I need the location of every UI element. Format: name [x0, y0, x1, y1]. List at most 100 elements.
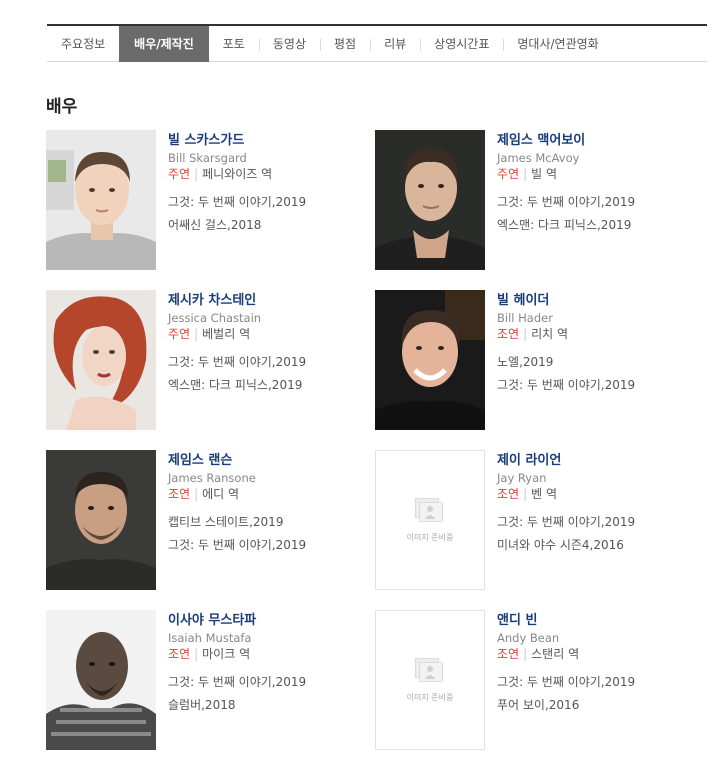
- actor-photo[interactable]: [46, 450, 156, 590]
- role-line: 조연 | 에디 역: [168, 486, 306, 503]
- filmography-item[interactable]: 엑스맨: 다크 피닉스,2019: [168, 374, 306, 397]
- actor-card: 제임스 맥어보이 James McAvoy 주연 | 빌 역그것: 두 번째 이야기,2…: [375, 130, 704, 270]
- actor-photo[interactable]: [46, 610, 156, 750]
- image-placeholder-icon: [415, 657, 445, 684]
- filmography-list: 그것: 두 번째 이야기,2019 엑스맨: 다크 피닉스,2019: [168, 351, 306, 397]
- role-line: 조연 | 스탠리 역: [497, 646, 635, 663]
- actor-name-en: Jessica Chastain: [168, 311, 262, 325]
- actor-name-ko[interactable]: 빌 헤이더: [497, 292, 635, 310]
- filmography-item[interactable]: 그것: 두 번째 이야기,2019: [497, 511, 635, 534]
- actor-card: 제시카 차스테인 Jessica Chastain 주연 | 베벌리 역 그것: 두 번째…: [46, 290, 375, 430]
- role-divider: |: [194, 327, 199, 341]
- filmography-list: 그것: 두 번째 이야기,2019 푸어 보이,2016: [497, 671, 635, 717]
- role-divider: |: [194, 167, 199, 181]
- actor-name-ko[interactable]: 제시카 차스테인: [168, 292, 306, 310]
- role-name: 빌 역: [531, 167, 558, 181]
- filmography-item[interactable]: 노엘,2019: [497, 351, 635, 374]
- actor-info: 빌 스카스가드 Bill Skarsgard 주연 | 페니와이즈 역 그것: 두 번째 …: [156, 130, 306, 270]
- actor-info: 이사야 무스타파 Isaiah Mustafa 조연 | 마이크 역 그것: 두 번째 이…: [156, 610, 306, 750]
- role-divider: |: [523, 487, 528, 501]
- actor-name-ko[interactable]: 제이 라이언: [497, 452, 635, 470]
- image-placeholder-icon: [415, 497, 445, 524]
- filmography-item[interactable]: 그것: 두 번째 이야기,2019: [168, 534, 306, 557]
- role-type: 주연: [168, 167, 191, 181]
- tab-photo[interactable]: 포토: [209, 26, 259, 62]
- role-type: 조연: [497, 647, 520, 661]
- placeholder-text: 이미지 준비중: [406, 692, 454, 702]
- role-type: 조연: [168, 487, 191, 501]
- actor-photo[interactable]: [46, 290, 156, 430]
- actor-card: 이사야 무스타파 Isaiah Mustafa 조연 | 마이크 역 그것: 두 번째 이…: [46, 610, 375, 750]
- filmography-item[interactable]: 그것: 두 번째 이야기,2019: [168, 671, 306, 694]
- actor-photo[interactable]: [46, 130, 156, 270]
- actor-card: 빌 헤이더 Bill Hader 조연 | 리치 역 노엘,2019 그것: 두 번째 이야…: [375, 290, 704, 430]
- actor-info: 빌 헤이더 Bill Hader 조연 | 리치 역 노엘,2019 그것: 두 번째 이야…: [485, 290, 635, 430]
- actor-photo-placeholder[interactable]: 이미지 준비중: [375, 610, 485, 750]
- filmography-list: 노엘,2019 그것: 두 번째 이야기,2019: [497, 351, 635, 397]
- role-line: 주연 | 빌 역: [497, 166, 635, 183]
- role-type: 주연: [168, 327, 191, 341]
- role-name: 벤 역: [531, 487, 558, 501]
- filmography-list: 그것: 두 번째 이야기,2019 미녀와 야수 시즌4,2016: [497, 511, 635, 557]
- detail-tabs: 주요정보 배우/제작진 포토 동영상 평점 리뷰 상영시간표 명대사/연관영화: [47, 24, 707, 62]
- role-divider: |: [523, 327, 528, 341]
- filmography-item[interactable]: 슬럼버,2018: [168, 694, 306, 717]
- filmography-list: 그것: 두 번째 이야기,2019 슬럼버,2018: [168, 671, 306, 717]
- placeholder-text: 이미지 준비중: [406, 532, 454, 542]
- actor-info: 제시카 차스테인 Jessica Chastain 주연 | 베벌리 역 그것: 두 번째…: [156, 290, 306, 430]
- actor-photo-placeholder[interactable]: 이미지 준비중: [375, 450, 485, 590]
- filmography-item[interactable]: 캡티브 스테이트,2019: [168, 511, 306, 534]
- actor-photo[interactable]: [375, 290, 485, 430]
- filmography-item[interactable]: 그것: 두 번째 이야기,2019: [497, 671, 635, 694]
- actor-name-en: Isaiah Mustafa: [168, 631, 252, 645]
- role-divider: |: [194, 487, 199, 501]
- actor-name-ko[interactable]: 이사야 무스타파: [168, 612, 306, 630]
- role-line: 조연 | 마이크 역: [168, 646, 306, 663]
- filmography-item[interactable]: 그것: 두 번째 이야기,2019: [168, 351, 306, 374]
- section-title: 배우: [46, 97, 78, 117]
- tab-rating[interactable]: 평점: [319, 26, 370, 62]
- role-name: 베벌리 역: [202, 327, 251, 341]
- filmography-item[interactable]: 엑스맨: 다크 피닉스,2019: [497, 214, 635, 237]
- filmography-item[interactable]: 그것: 두 번째 이야기,2019: [497, 191, 635, 214]
- actor-grid: 빌 스카스가드 Bill Skarsgard 주연 | 페니와이즈 역 그것: 두 번째 …: [46, 130, 706, 750]
- actor-card: 빌 스카스가드 Bill Skarsgard 주연 | 페니와이즈 역 그것: 두 번째 …: [46, 130, 375, 270]
- tab-main-info[interactable]: 주요정보: [47, 26, 119, 62]
- role-type: 조연: [497, 327, 520, 341]
- filmography-item[interactable]: 그것: 두 번째 이야기,2019: [497, 374, 635, 397]
- actor-name-ko[interactable]: 제임스 맥어보이: [497, 132, 635, 150]
- actor-name-en: Andy Bean: [497, 631, 560, 645]
- actor-name-ko[interactable]: 빌 스카스가드: [168, 132, 306, 150]
- role-type: 조연: [497, 487, 520, 501]
- role-name: 마이크 역: [202, 647, 251, 661]
- filmography-item[interactable]: 어쌔신 걸스,2018: [168, 214, 306, 237]
- role-divider: |: [523, 647, 528, 661]
- role-name: 리치 역: [531, 327, 569, 341]
- tab-video[interactable]: 동영상: [258, 26, 320, 62]
- role-line: 조연 | 벤 역: [497, 486, 635, 503]
- tab-quotes-related[interactable]: 명대사/연관영화: [503, 26, 612, 62]
- actor-info: 앤디 빈 Andy Bean 조연 | 스탠리 역 그것: 두 번째 이야기,2019 푸어…: [485, 610, 635, 750]
- role-type: 주연: [497, 167, 520, 181]
- actor-name-ko[interactable]: 앤디 빈: [497, 612, 635, 630]
- filmography-item[interactable]: 미녀와 야수 시즌4,2016: [497, 534, 635, 557]
- role-line: 조연 | 리치 역: [497, 326, 635, 343]
- actor-photo[interactable]: [375, 130, 485, 270]
- tab-review[interactable]: 리뷰: [370, 26, 420, 62]
- filmography-item[interactable]: 푸어 보이,2016: [497, 694, 635, 717]
- role-line: 주연 | 베벌리 역: [168, 326, 306, 343]
- actor-card: 제임스 랜슨 James Ransone 조연 | 에디 역 캡티브 스테이트,2019 그…: [46, 450, 375, 590]
- role-name: 페니와이즈 역: [202, 167, 273, 181]
- role-type: 조연: [168, 647, 191, 661]
- filmography-item[interactable]: 그것: 두 번째 이야기,2019: [168, 191, 306, 214]
- tab-showtimes[interactable]: 상영시간표: [420, 26, 503, 62]
- actor-name-en: James Ransone: [168, 471, 256, 485]
- role-name: 에디 역: [202, 487, 240, 501]
- role-divider: |: [194, 647, 199, 661]
- filmography-list: 그것: 두 번째 이야기,2019 어쌔신 걸스,2018: [168, 191, 306, 237]
- actor-info: 제임스 맥어보이 James McAvoy 주연 | 빌 역그것: 두 번째 이야기,2…: [485, 130, 635, 270]
- tab-cast-crew[interactable]: 배우/제작진: [119, 25, 209, 62]
- actor-name-en: James McAvoy: [497, 151, 580, 165]
- role-name: 스탠리 역: [531, 647, 580, 661]
- actor-name-ko[interactable]: 제임스 랜슨: [168, 452, 306, 470]
